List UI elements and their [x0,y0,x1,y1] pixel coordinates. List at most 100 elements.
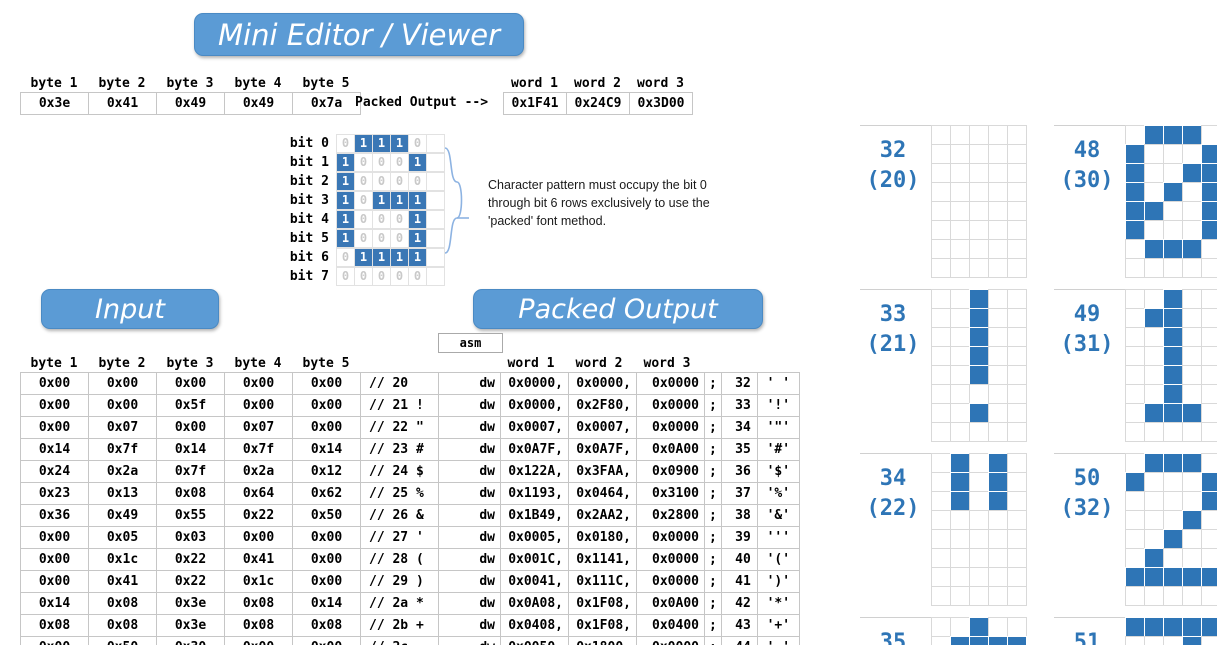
glyph-pixel[interactable] [1163,548,1183,568]
glyph-pixel[interactable] [988,125,1008,145]
glyph-pixel[interactable] [1007,472,1027,492]
glyph-pixel[interactable] [931,586,951,606]
table-row[interactable]: dw0x0007,0x0007,0x0000;34'"' [439,417,800,439]
char-glyph-grid[interactable] [1126,454,1217,606]
output-word-cell[interactable]: 0x0400 [637,615,705,637]
glyph-pixel[interactable] [988,567,1008,587]
output-word-cell[interactable]: 0x0000 [637,373,705,395]
glyph-pixel[interactable] [1007,220,1027,240]
glyph-pixel[interactable] [950,472,970,492]
glyph-pixel[interactable] [1182,163,1202,183]
glyph-pixel[interactable] [1163,289,1183,309]
glyph-pixel[interactable] [1201,327,1217,347]
table-row[interactable]: dw0x122A,0x3FAA,0x0900;36'$' [439,461,800,483]
glyph-pixel[interactable] [950,125,970,145]
bit-cell[interactable]: 1 [372,191,391,210]
glyph-pixel[interactable] [1182,491,1202,511]
table-row[interactable]: 0x3e0x410x490x490x7a [21,93,361,115]
input-byte-cell[interactable]: 0x00 [89,395,157,417]
output-word-cell[interactable]: 0x0000, [501,395,569,417]
glyph-pixel[interactable] [1201,636,1217,645]
glyph-pixel[interactable] [931,327,951,347]
glyph-pixel[interactable] [1125,201,1145,221]
glyph-pixel[interactable] [1007,617,1027,637]
glyph-pixel[interactable] [1007,586,1027,606]
glyph-pixel[interactable] [1163,491,1183,511]
output-word-cell[interactable]: 0x3FAA, [569,461,637,483]
input-byte-cell[interactable]: 0x00 [21,395,89,417]
output-word-cell[interactable]: 0x0000 [637,571,705,593]
bit-cell[interactable]: 1 [372,134,391,153]
glyph-pixel[interactable] [950,308,970,328]
output-word-cell[interactable]: 0x1193, [501,483,569,505]
glyph-pixel[interactable] [1182,403,1202,423]
bit-cell[interactable]: 0 [372,153,391,172]
glyph-pixel[interactable] [1125,384,1145,404]
output-word-cell[interactable]: 0x0A08, [501,593,569,615]
glyph-pixel[interactable] [969,472,989,492]
input-byte-cell[interactable]: 0x08 [89,615,157,637]
glyph-pixel[interactable] [1182,182,1202,202]
output-word-cell[interactable]: 0x2F80, [569,395,637,417]
glyph-pixel[interactable] [931,472,951,492]
glyph-pixel[interactable] [1201,289,1217,309]
glyph-pixel[interactable] [1163,636,1183,645]
glyph-pixel[interactable] [950,220,970,240]
input-byte-cell[interactable]: 0x00 [293,549,361,571]
input-byte-cell[interactable]: 0x08 [225,615,293,637]
glyph-pixel[interactable] [931,346,951,366]
input-byte-cell[interactable]: 0x00 [157,373,225,395]
glyph-pixel[interactable] [931,163,951,183]
glyph-pixel[interactable] [1144,403,1164,423]
glyph-pixel[interactable] [1201,346,1217,366]
bit-cell[interactable]: 1 [408,153,427,172]
glyph-pixel[interactable] [1201,617,1217,637]
glyph-pixel[interactable] [1125,289,1145,309]
glyph-pixel[interactable] [1007,453,1027,473]
bit-cell[interactable]: 1 [408,229,427,248]
glyph-pixel[interactable] [1125,548,1145,568]
glyph-pixel[interactable] [1182,144,1202,164]
input-byte-cell[interactable]: 0x05 [89,527,157,549]
glyph-pixel[interactable] [1182,567,1202,587]
table-row[interactable]: 0x140x080x3e0x080x14// 2a * [21,593,439,615]
output-word-cell[interactable]: 0x1800, [569,637,637,645]
output-word-cell[interactable]: 0x0180, [569,527,637,549]
glyph-pixel[interactable] [1007,163,1027,183]
output-word-cell[interactable]: 0x1F08, [569,593,637,615]
table-row[interactable]: 0x240x2a0x7f0x2a0x12// 24 $ [21,461,439,483]
glyph-pixel[interactable] [931,144,951,164]
glyph-pixel[interactable] [969,125,989,145]
input-byte-cell[interactable]: 0x14 [293,593,361,615]
glyph-pixel[interactable] [969,220,989,240]
glyph-pixel[interactable] [969,289,989,309]
table-row[interactable]: dw0x0000,0x0000,0x0000;32' ' [439,373,800,395]
glyph-pixel[interactable] [988,422,1008,442]
output-word-cell[interactable]: 0x0005, [501,527,569,549]
output-word-cell[interactable]: 0x0000 [637,527,705,549]
glyph-pixel[interactable] [1125,220,1145,240]
output-word-cell[interactable]: 0x0000 [637,417,705,439]
output-word-cell[interactable]: 0x0A7F, [501,439,569,461]
glyph-pixel[interactable] [1163,422,1183,442]
glyph-pixel[interactable] [1201,258,1217,278]
glyph-pixel[interactable] [931,384,951,404]
glyph-pixel[interactable] [1144,617,1164,637]
glyph-pixel[interactable] [950,453,970,473]
input-byte-cell[interactable]: 0x22 [157,549,225,571]
glyph-pixel[interactable] [1125,636,1145,645]
glyph-pixel[interactable] [988,239,1008,259]
glyph-pixel[interactable] [950,636,970,645]
table-row[interactable]: 0x000x000x000x000x00// 20 [21,373,439,395]
bit-cell[interactable]: 0 [390,210,409,229]
bit-cell[interactable]: 0 [372,172,391,191]
input-byte-cell[interactable]: 0x00 [21,637,89,645]
glyph-pixel[interactable] [988,308,1008,328]
glyph-pixel[interactable] [988,144,1008,164]
glyph-pixel[interactable] [1201,453,1217,473]
char-glyph-grid[interactable] [932,618,1027,645]
glyph-pixel[interactable] [1144,453,1164,473]
table-row[interactable]: 0x080x080x3e0x080x08// 2b + [21,615,439,637]
glyph-pixel[interactable] [1163,258,1183,278]
input-byte-cell[interactable]: 0x08 [157,483,225,505]
